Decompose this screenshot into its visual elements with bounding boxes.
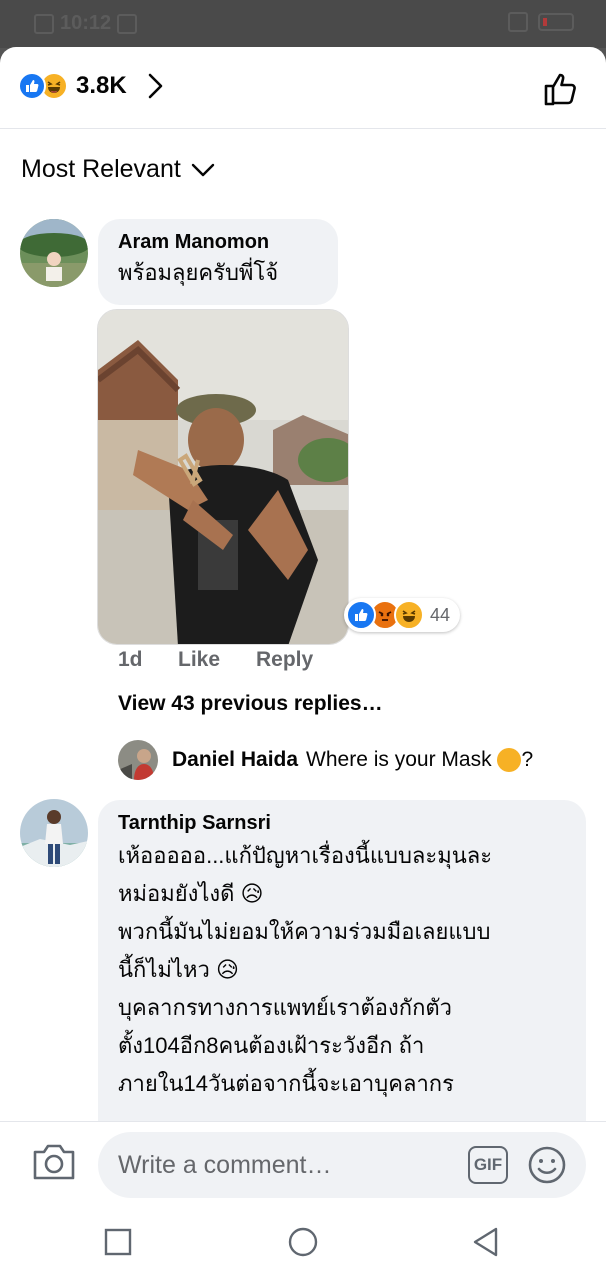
comments-sheet: 3.8K Most Relevant Aram Manomon พร้อมลุย… bbox=[0, 47, 606, 1280]
avatar[interactable] bbox=[20, 799, 88, 867]
reaction-summary-button[interactable]: 3.8K bbox=[18, 72, 165, 100]
reply-text-body: Where is your Mask bbox=[306, 747, 492, 771]
reactions-header: 3.8K bbox=[0, 47, 606, 129]
sort-dropdown[interactable]: Most Relevant bbox=[21, 155, 215, 184]
comment-text: เห้อออออ...แก้ปัญหาเรื่องนี้แบบละมุนละ ห… bbox=[118, 837, 566, 1103]
comment-photo[interactable] bbox=[97, 309, 349, 645]
back-button[interactable] bbox=[470, 1226, 502, 1258]
gif-button[interactable]: GIF bbox=[468, 1146, 508, 1184]
comment-time: 1d bbox=[118, 648, 143, 671]
avatar[interactable] bbox=[118, 740, 158, 780]
comment-line: เห้อออออ...แก้ปัญหาเรื่องนี้แบบละมุนละ bbox=[118, 843, 493, 868]
comment-meta: 1d Like Reply bbox=[118, 648, 313, 672]
signal-icon bbox=[34, 13, 54, 34]
comment-line: ภายใน14วันต่อจากนี้จะเอาบุคลากร bbox=[118, 1071, 454, 1096]
sort-label: Most Relevant bbox=[21, 155, 181, 183]
like-post-button[interactable] bbox=[542, 69, 582, 109]
reply-text: Where is your Mask ? bbox=[306, 747, 534, 773]
battery-icon bbox=[538, 13, 574, 31]
chevron-down-icon bbox=[191, 163, 214, 176]
comment-line: พวกนี้มันไม่ยอมให้ความร่วมมือเลยแบบ bbox=[118, 919, 491, 944]
reaction-count: 3.8K bbox=[76, 72, 127, 99]
comment-input[interactable] bbox=[118, 1132, 438, 1198]
comment-bubble[interactable]: Aram Manomon พร้อมลุยครับพี่โจ้ bbox=[98, 219, 338, 305]
reply-row: Daniel Haida Where is your Mask ? bbox=[118, 739, 533, 781]
status-time: 10:12 bbox=[60, 12, 112, 34]
avatar[interactable] bbox=[20, 219, 88, 287]
chevron-right-icon bbox=[148, 73, 163, 99]
like-comment-button[interactable]: Like bbox=[178, 648, 256, 672]
tears-of-joy-icon bbox=[497, 748, 522, 773]
comment-author[interactable]: Tarnthip Sarnsri bbox=[118, 812, 566, 835]
comment-reaction-count: 44 bbox=[430, 604, 451, 625]
comment-input-box: GIF bbox=[98, 1132, 586, 1198]
camera-button[interactable] bbox=[31, 1142, 77, 1182]
like-icon bbox=[18, 72, 46, 100]
comment-text: พร้อมลุยครับพี่โจ้ bbox=[118, 260, 279, 285]
comment-bubble[interactable]: Tarnthip Sarnsri เห้อออออ...แก้ปัญหาเรื่… bbox=[98, 800, 586, 1160]
haha-icon bbox=[394, 600, 424, 630]
like-icon bbox=[346, 600, 376, 630]
emoji-button[interactable] bbox=[528, 1146, 566, 1184]
recents-button[interactable] bbox=[102, 1226, 134, 1258]
comment-reactions-pill[interactable]: 44 bbox=[344, 598, 460, 632]
comment-line: หม่อมยังไงดี 😥 bbox=[118, 881, 264, 906]
status-bar: 10:12 bbox=[0, 0, 606, 48]
reply-comment-button[interactable]: Reply bbox=[256, 648, 313, 672]
notification-icon bbox=[117, 13, 138, 34]
home-button[interactable] bbox=[287, 1226, 319, 1258]
wifi-icon bbox=[508, 12, 528, 32]
reply-author[interactable]: Daniel Haida bbox=[172, 748, 298, 772]
comment-author[interactable]: Aram Manomon bbox=[118, 231, 318, 254]
comment-line: ตั้ง104อีก8คนต้องเฝ้าระวังอีก ถ้า bbox=[118, 1033, 425, 1058]
system-nav-bar bbox=[0, 1203, 606, 1280]
view-previous-replies-link[interactable]: View 43 previous replies… bbox=[118, 692, 383, 716]
comment-line: บุคลากรทางการแพทย์เราต้องกักตัว bbox=[118, 995, 453, 1020]
comment-composer: GIF bbox=[0, 1121, 606, 1203]
reply-text-suffix: ? bbox=[521, 747, 534, 771]
comment-line: นี้ก็ไม่ไหว 😥 bbox=[118, 957, 239, 982]
